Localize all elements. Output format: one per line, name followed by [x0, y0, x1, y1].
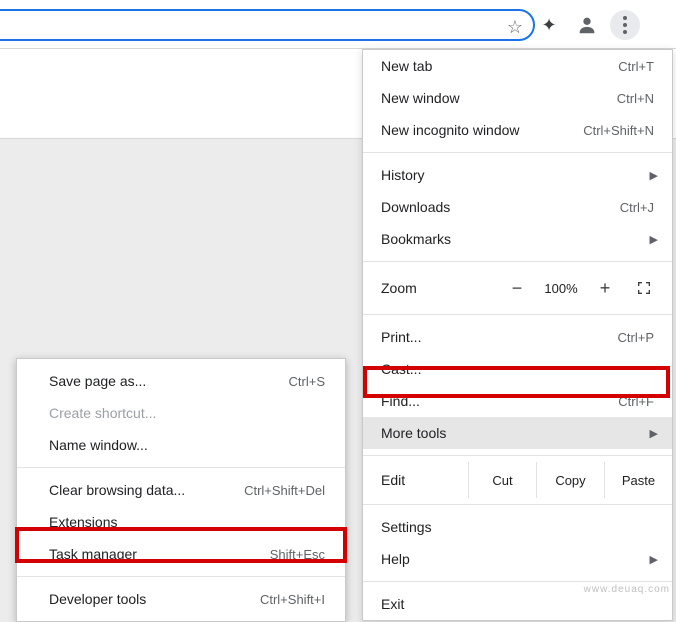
menu-separator: [363, 261, 672, 262]
menu-more-tools[interactable]: More tools ▶: [363, 417, 672, 449]
menu-shortcut: Ctrl+T: [618, 59, 654, 74]
menu-bookmarks[interactable]: Bookmarks ▶: [363, 223, 672, 255]
menu-new-tab[interactable]: New tab Ctrl+T: [363, 50, 672, 82]
menu-cast[interactable]: Cast...: [363, 353, 672, 385]
menu-separator: [17, 576, 345, 577]
menu-settings[interactable]: Settings: [363, 511, 672, 543]
submenu-developer-tools[interactable]: Developer tools Ctrl+Shift+I: [17, 583, 345, 615]
submenu-save-page[interactable]: Save page as... Ctrl+S: [17, 365, 345, 397]
zoom-label: Zoom: [381, 280, 498, 296]
extensions-icon[interactable]: ✦: [534, 10, 564, 40]
submenu-arrow-icon: ▶: [650, 553, 658, 566]
menu-label: New tab: [381, 58, 618, 74]
omnibox[interactable]: ☆: [0, 9, 535, 41]
menu-print[interactable]: Print... Ctrl+P: [363, 321, 672, 353]
menu-separator: [363, 581, 672, 582]
zoom-in-button[interactable]: +: [586, 278, 624, 299]
menu-paste[interactable]: Paste: [604, 462, 672, 498]
menu-history[interactable]: History ▶: [363, 159, 672, 191]
menu-help[interactable]: Help ▶: [363, 543, 672, 575]
menu-edit-row: Edit Cut Copy Paste: [363, 462, 672, 498]
menu-new-window[interactable]: New window Ctrl+N: [363, 82, 672, 114]
menu-copy[interactable]: Copy: [536, 462, 604, 498]
submenu-clear-data[interactable]: Clear browsing data... Ctrl+Shift+Del: [17, 474, 345, 506]
menu-separator: [363, 152, 672, 153]
chrome-menu-icon[interactable]: [610, 10, 640, 40]
watermark-text: www.deuaq.com: [584, 584, 670, 595]
menu-find[interactable]: Find... Ctrl+F: [363, 385, 672, 417]
submenu-create-shortcut: Create shortcut...: [17, 397, 345, 429]
bookmark-star-icon[interactable]: ☆: [507, 17, 523, 38]
menu-new-incognito[interactable]: New incognito window Ctrl+Shift+N: [363, 114, 672, 146]
menu-zoom-row: Zoom − 100% +: [363, 268, 672, 308]
zoom-out-button[interactable]: −: [498, 278, 536, 299]
menu-separator: [363, 504, 672, 505]
submenu-arrow-icon: ▶: [650, 233, 658, 246]
profile-avatar-icon[interactable]: [572, 10, 602, 40]
edit-label: Edit: [381, 472, 468, 488]
menu-separator: [363, 455, 672, 456]
fullscreen-button[interactable]: [624, 280, 664, 296]
more-tools-submenu: Save page as... Ctrl+S Create shortcut..…: [16, 358, 346, 622]
submenu-extensions[interactable]: Extensions: [17, 506, 345, 538]
menu-separator: [17, 467, 345, 468]
submenu-task-manager[interactable]: Task manager Shift+Esc: [17, 538, 345, 570]
menu-downloads[interactable]: Downloads Ctrl+J: [363, 191, 672, 223]
submenu-name-window[interactable]: Name window...: [17, 429, 345, 461]
zoom-percent: 100%: [536, 281, 586, 296]
chrome-main-menu: New tab Ctrl+T New window Ctrl+N New inc…: [362, 49, 673, 621]
submenu-arrow-icon: ▶: [650, 169, 658, 182]
browser-top-bar: ☆ ✦: [0, 0, 676, 49]
submenu-arrow-icon: ▶: [650, 427, 658, 440]
menu-cut[interactable]: Cut: [468, 462, 536, 498]
menu-separator: [363, 314, 672, 315]
